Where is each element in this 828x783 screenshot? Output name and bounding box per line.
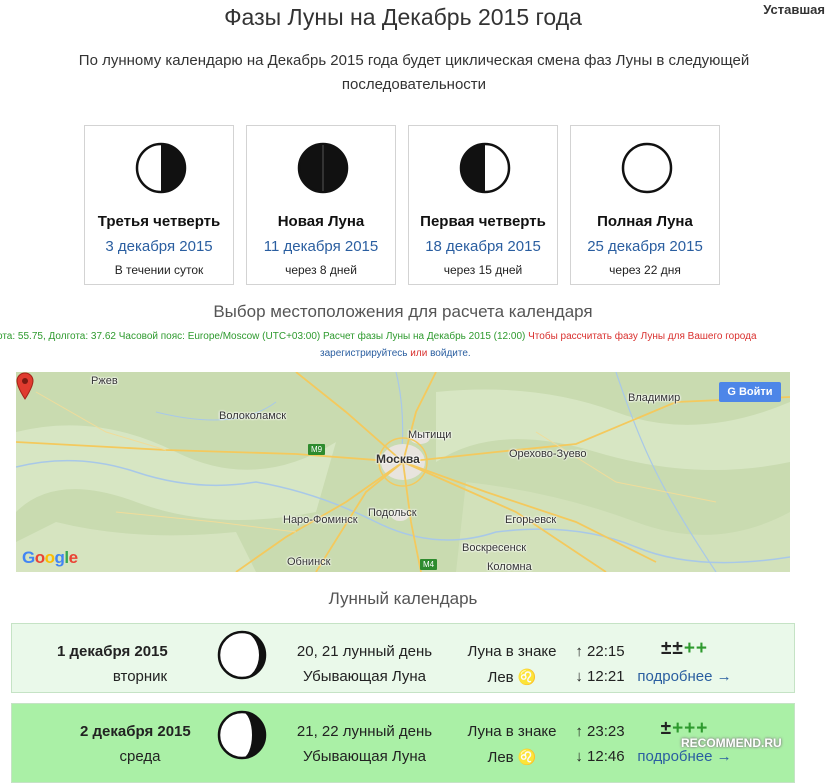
row-lunar-day: 21, 22 лунный день [296, 723, 433, 740]
first-quarter-moon-icon [459, 142, 511, 194]
city-rzhev: Ржев [91, 375, 118, 387]
location-auth-links: зарегистрируйтесь или войдите. [320, 348, 471, 359]
calendar-row[interactable]: 1 декабря 2015 вторник 20, 21 лунный ден… [11, 623, 795, 693]
google-g-icon: G [727, 386, 736, 398]
rating-plus-minus: ± [660, 718, 673, 739]
last-quarter-moon-icon [135, 142, 187, 194]
new-moon-icon [297, 142, 349, 194]
rating-plus: ++ [683, 638, 709, 659]
row-weekday: среда [119, 748, 161, 765]
row-ratings: ±±++ [637, 638, 732, 660]
phase-note: В течении суток [114, 263, 204, 277]
row-sign-label: Луна в знаке [467, 643, 557, 660]
road-m9-shield: M9 [308, 444, 326, 455]
row-date: 1 декабря 2015 [57, 643, 168, 660]
row-phase: Убывающая Луна [302, 668, 427, 685]
city-podolsk: Подольск [368, 507, 417, 519]
phase-note: через 8 дней [285, 263, 357, 277]
row-moonrise: ↑ 23:23 [575, 723, 625, 740]
waning-moon-icon [217, 630, 267, 680]
phase-name: Первая четверть [420, 213, 546, 230]
register-link[interactable]: зарегистрируйтесь [320, 348, 408, 359]
or-text: или [407, 348, 431, 359]
phase-card-full-moon[interactable]: Полная Луна 25 декабря 2015 через 22 дня [570, 125, 720, 285]
phase-card-last-quarter[interactable]: Третья четверть 3 декабря 2015 В течении… [84, 125, 234, 285]
phase-date[interactable]: 18 декабря 2015 [409, 238, 557, 255]
row-weekday: вторник [112, 668, 168, 685]
intro-line-2: последовательности [341, 76, 487, 93]
row-sign: Лев ♌ [487, 669, 537, 686]
row-moonset: ↓ 12:21 [575, 668, 625, 685]
location-heading: Выбор местоположения для расчета календа… [213, 302, 593, 321]
city-kolomna: Коломна [487, 561, 532, 572]
map-login-label: Войти [738, 386, 773, 398]
row-sign: Лев ♌ [487, 749, 537, 766]
row-sign-label: Луна в знаке [467, 723, 557, 740]
calendar-row[interactable]: 2 декабря 2015 среда 21, 22 лунный день … [11, 703, 795, 783]
calendar-heading: Лунный календарь [328, 589, 478, 608]
city-volokolamsk: Волоколамск [219, 410, 287, 422]
city-orekhovo-zuevo: Орехово-Зуево [509, 448, 587, 460]
phase-card-new-moon[interactable]: Новая Луна 11 декабря 2015 через 8 дней [246, 125, 396, 285]
phase-note: через 22 дня [609, 263, 681, 277]
location-info: ота: 55.75, Долгота: 37.62 Часовой пояс:… [0, 331, 828, 342]
phase-date[interactable]: 3 декабря 2015 [85, 238, 233, 255]
phase-name: Третья четверть [97, 213, 221, 230]
row-moonrise: ↑ 22:15 [575, 643, 625, 660]
city-voskresensk: Воскресенск [462, 542, 527, 554]
map-login-button[interactable]: G Войти [719, 382, 781, 402]
phase-name: Новая Луна [277, 213, 365, 230]
waning-moon-icon [217, 710, 267, 760]
row-more-link[interactable]: подробнее → [632, 668, 737, 685]
google-logo: Google [22, 548, 78, 567]
location-coordinates: ота: 55.75, Долгота: 37.62 Часовой пояс:… [0, 331, 529, 342]
phase-date[interactable]: 25 декабря 2015 [571, 238, 719, 255]
row-more-link[interactable]: подробнее → [632, 748, 737, 765]
city-mytishchi: Мытищи [408, 429, 452, 441]
recommend-watermark: RECOMMEND.RU [681, 736, 782, 750]
city-egoryevsk: Егорьевск [505, 514, 557, 526]
phase-name: Полная Луна [597, 213, 693, 230]
phase-note: через 15 дней [443, 263, 523, 277]
intro-line-1: По лунному календарю на Декабрь 2015 год… [78, 52, 750, 69]
city-naro-fominsk: Наро-Фоминск [283, 514, 358, 526]
phase-date[interactable]: 11 декабря 2015 [247, 238, 395, 255]
phase-card-first-quarter[interactable]: Первая четверть 18 декабря 2015 через 15… [408, 125, 558, 285]
rating-plus-minus: ±± [660, 638, 684, 659]
road-m4-shield: M4 [420, 559, 438, 570]
city-obninsk: Обнинск [287, 556, 331, 568]
full-moon-icon [621, 142, 673, 194]
location-map[interactable]: Ржев Волоколамск Мытищи Москва Орехово-З… [16, 372, 790, 572]
map-marker-icon[interactable] [16, 372, 34, 400]
row-lunar-day: 20, 21 лунный день [296, 643, 433, 660]
intro-text: По лунному календарю на Декабрь 2015 год… [0, 49, 828, 97]
location-warning: Чтобы рассчитать фазу Луны для Вашего го… [528, 331, 757, 342]
page-title: Фазы Луны на Декабрь 2015 года [224, 4, 582, 30]
city-moscow: Москва [376, 452, 420, 466]
city-vladimir: Владимир [628, 392, 681, 404]
login-link[interactable]: войдите [430, 348, 468, 359]
period: . [467, 348, 471, 359]
row-moonset: ↓ 12:46 [575, 748, 625, 765]
row-phase: Убывающая Луна [302, 748, 427, 765]
